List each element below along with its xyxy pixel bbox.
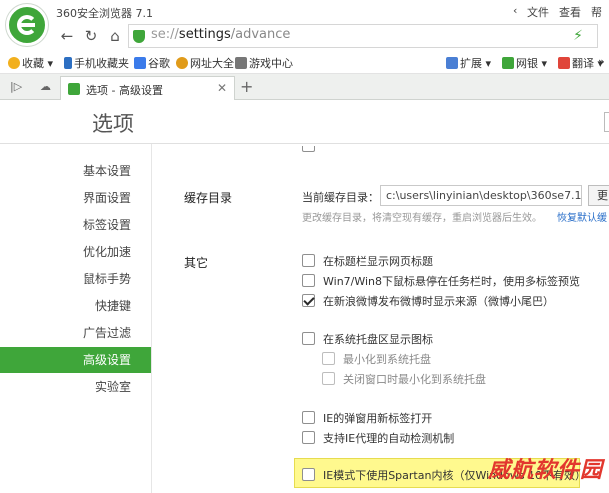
back-arrow-icon[interactable]: ← xyxy=(56,25,78,47)
extensions-button[interactable]: 扩展 ▾ xyxy=(446,55,491,71)
translate-icon xyxy=(558,57,570,69)
change-cache-button[interactable]: 更 xyxy=(588,185,609,206)
sidebar-item-lab[interactable]: 实验室 xyxy=(0,374,151,400)
phone-icon xyxy=(64,57,72,69)
online-bank-button[interactable]: 网银 ▾ xyxy=(502,55,547,71)
menu-file[interactable]: 文件 xyxy=(527,4,549,20)
sidebar-toggle-icon[interactable]: |▷ xyxy=(10,80,22,93)
other-section-label: 其它 xyxy=(184,256,209,270)
more-icon[interactable]: » xyxy=(598,55,605,68)
option-ie-popup-new-tab[interactable]: IE的弹窗用新标签打开 xyxy=(302,410,432,427)
new-tab-plus-icon[interactable]: + xyxy=(240,77,253,96)
bookmark-mobile[interactable]: 手机收藏夹 xyxy=(64,55,129,71)
tab-title: 选项 - 高级设置 xyxy=(86,84,163,97)
page-title: 选项 xyxy=(92,112,134,136)
url-input[interactable]: se://settings/advance ⚡ xyxy=(128,24,598,48)
google-icon xyxy=(134,57,146,69)
bookmark-google[interactable]: 谷歌 xyxy=(134,55,170,71)
bookmarks-bar: 收藏 ▾ 手机收藏夹 谷歌 网址大全 游戏中心 扩展 ▾ 网银 ▾ 翻译 ▾ » xyxy=(0,50,609,74)
bank-shield-icon xyxy=(502,57,514,69)
clipped-checkbox[interactable] xyxy=(302,146,315,152)
web-directory-icon xyxy=(176,57,188,69)
checkbox[interactable] xyxy=(302,468,315,481)
sidebar-item-interface[interactable]: 界面设置 xyxy=(0,185,151,211)
option-show-page-title[interactable]: 在标题栏显示网页标题 xyxy=(302,253,433,270)
security-shield-icon xyxy=(133,30,145,43)
refresh-icon[interactable]: ↻ xyxy=(80,25,102,47)
checkbox[interactable] xyxy=(302,431,315,444)
cache-note: 更改缓存目录，将清空现有缓存，重启浏览器后生效。 xyxy=(302,213,542,224)
bookmark-favorites[interactable]: 收藏 ▾ xyxy=(8,55,53,71)
cache-section-label: 缓存目录 xyxy=(184,191,233,205)
gamepad-icon xyxy=(235,57,247,69)
bookmark-games[interactable]: 游戏中心 xyxy=(235,55,293,71)
cloud-icon[interactable]: ☁ xyxy=(40,80,51,93)
checkbox[interactable] xyxy=(302,411,315,424)
sidebar-item-mouse-gestures[interactable]: 鼠标手势 xyxy=(0,266,151,292)
bookmark-hao360[interactable]: 网址大全 xyxy=(176,55,234,71)
option-tray-icon[interactable]: 在系统托盘区显示图标 xyxy=(302,331,433,348)
sidebar-item-adblock[interactable]: 广告过滤 xyxy=(0,320,151,346)
address-bar: ← ↻ ⌂ se://settings/advance ⚡ xyxy=(0,22,609,50)
clipped-option-row xyxy=(302,146,323,156)
checkbox-checked[interactable] xyxy=(302,294,315,307)
url-text: se://settings/advance xyxy=(151,27,291,42)
extensions-icon xyxy=(446,57,458,69)
window-title: 360安全浏览器 7.1 xyxy=(56,7,153,20)
restore-default-cache-link[interactable]: 恢复默认缓 xyxy=(557,209,607,224)
checkbox[interactable] xyxy=(302,274,315,287)
search-box-edge[interactable] xyxy=(604,112,609,132)
speed-mode-bolt-icon[interactable]: ⚡ xyxy=(573,28,583,44)
sidebar-item-optimize[interactable]: 优化加速 xyxy=(0,239,151,265)
option-weibo-source[interactable]: 在新浪微博发布微博时显示来源（微博小尾巴） xyxy=(302,293,554,310)
checkbox-disabled xyxy=(322,352,335,365)
home-icon[interactable]: ⌂ xyxy=(104,25,126,47)
sidebar-item-advanced[interactable]: 高级设置 xyxy=(0,347,151,373)
translate-button[interactable]: 翻译 ▾ xyxy=(558,55,603,71)
checkbox[interactable] xyxy=(302,254,315,267)
title-bar: 360安全浏览器 7.1 ‹ 文件 查看 帮助 xyxy=(0,0,609,35)
option-close-to-tray: 关闭窗口时最小化到系统托盘 xyxy=(322,371,486,388)
tab-settings[interactable]: 选项 - 高级设置 ✕ xyxy=(60,76,235,100)
settings-sidebar: 基本设置 界面设置 标签设置 优化加速 鼠标手势 快捷键 广告过滤 高级设置 实… xyxy=(0,144,152,493)
sidebar-item-shortcuts[interactable]: 快捷键 xyxy=(0,293,151,319)
option-minimize-to-tray: 最小化到系统托盘 xyxy=(322,351,431,368)
watermark: 威航软件园 xyxy=(488,458,604,483)
option-taskbar-preview[interactable]: Win7/Win8下鼠标悬停在任务栏时，使用多标签预览 xyxy=(302,273,580,290)
menu-view[interactable]: 查看 xyxy=(559,4,581,20)
browser-logo-icon xyxy=(6,4,48,46)
checkbox[interactable] xyxy=(302,332,315,345)
tab-favicon-icon xyxy=(68,83,80,95)
option-ie-proxy-autodetect[interactable]: 支持IE代理的自动检测机制 xyxy=(302,430,454,447)
cache-current-label: 当前缓存目录： xyxy=(302,191,379,204)
star-icon xyxy=(8,57,20,69)
icon-chevron-left[interactable]: ‹ xyxy=(513,4,517,17)
tab-close-icon[interactable]: ✕ xyxy=(217,81,227,95)
cache-path-field[interactable]: c:\users\linyinian\desktop\360se7.1.1.80… xyxy=(380,185,582,206)
sidebar-item-tabs[interactable]: 标签设置 xyxy=(0,212,151,238)
checkbox-disabled xyxy=(322,372,335,385)
sidebar-item-basic[interactable]: 基本设置 xyxy=(0,158,151,184)
tab-bar: |▷ ☁ 选项 - 高级设置 ✕ + xyxy=(0,74,609,100)
